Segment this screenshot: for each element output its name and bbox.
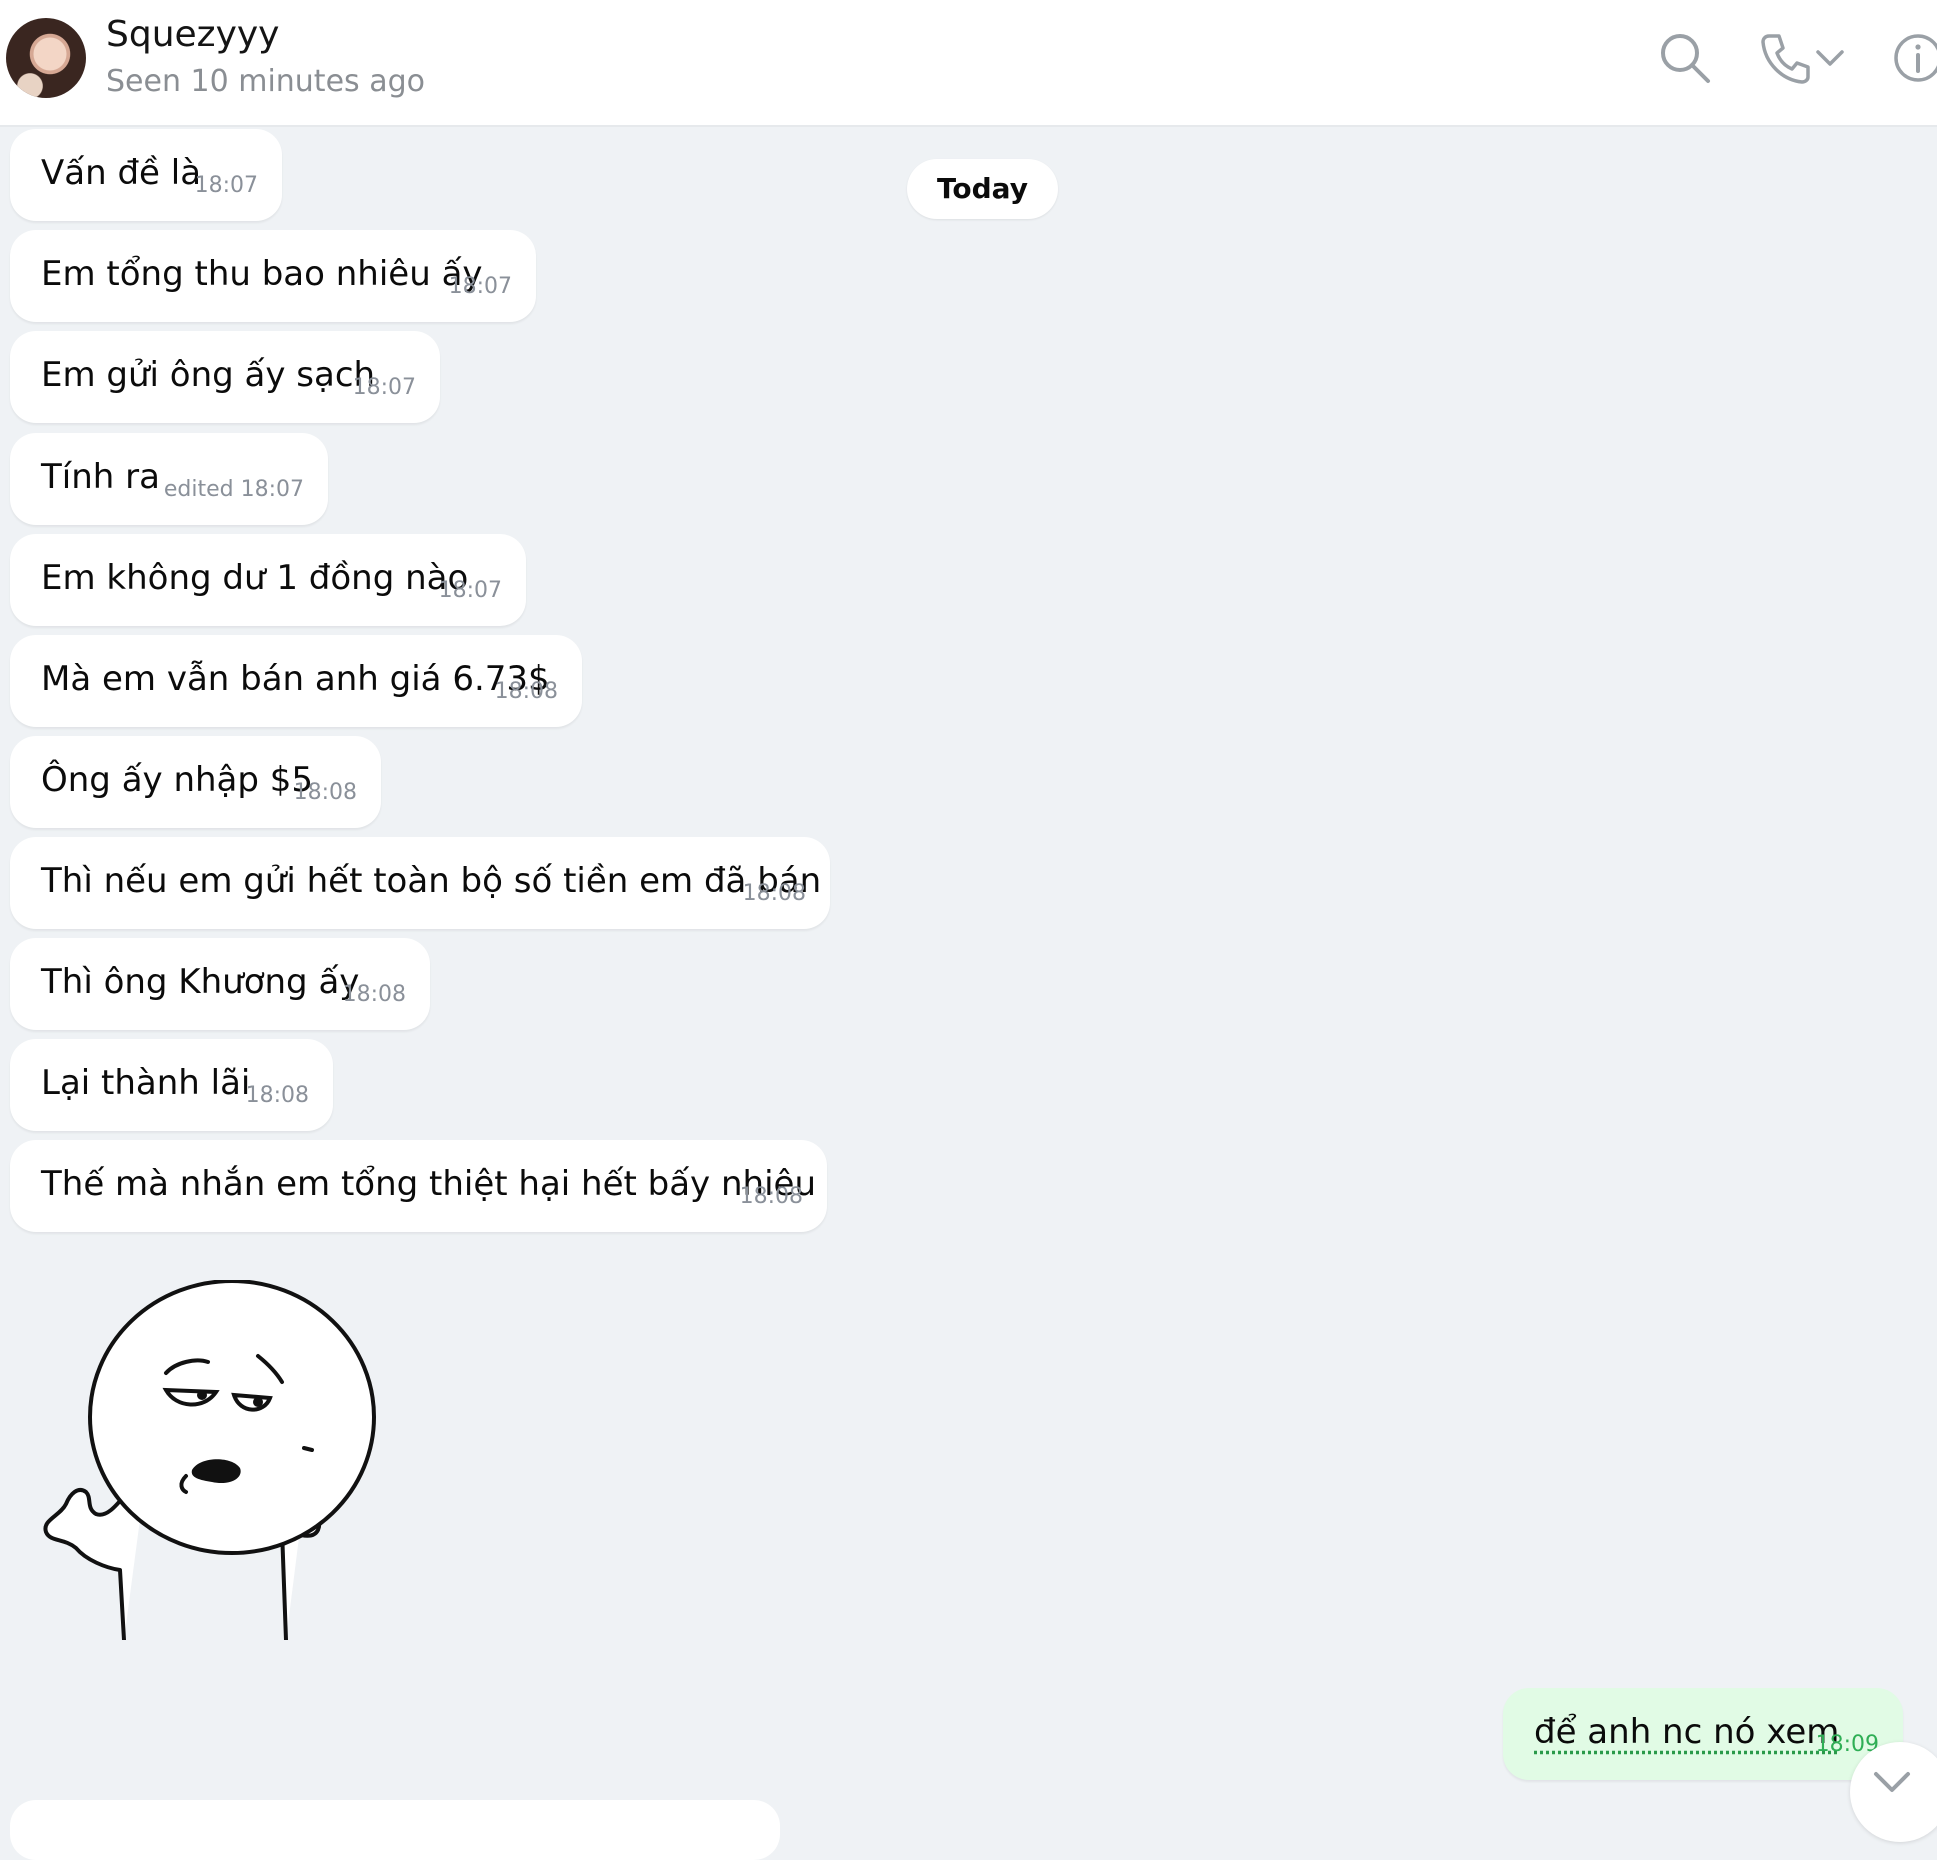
phone-icon[interactable] [1755,28,1815,88]
message-time: 18:07 [439,578,502,603]
message-time: 18:08 [246,1083,309,1108]
scroll-to-bottom-button[interactable] [1850,1742,1937,1842]
chat-header: Squezyyy Seen 10 minutes ago [0,0,1937,127]
chevron-down-icon[interactable] [1812,28,1848,88]
message-text: Thì ông Khương ấy [41,962,359,1002]
message-bubble[interactable]: Lại thành lãi 18:08 [10,1039,333,1131]
message-time: 18:07 [449,274,512,299]
message-time: 18:07 [195,173,258,198]
day-separator: Today [907,159,1058,219]
message-text: Ông ấy nhập $5 [41,760,313,800]
sticker-shrug[interactable] [36,1280,406,1640]
message-time: 18:08 [294,780,357,805]
message-text: Thế mà nhắn em tổng thiệt hại hết bấy nh… [41,1164,816,1204]
message-time: 18:08 [495,679,558,704]
search-icon[interactable] [1655,28,1715,88]
message-time: 18:08 [743,881,806,906]
message-bubble[interactable]: Ông ấy nhập $5 18:08 [10,736,381,828]
message-bubble[interactable]: Em tổng thu bao nhiêu ấy 18:07 [10,230,536,322]
message-bubble[interactable]: Tính ra edited 18:07 [10,433,328,525]
message-bubble[interactable]: Mà em vẫn bán anh giá 6.73$ 18:08 [10,635,582,727]
message-text: để anh nc nó xem [1534,1712,1839,1752]
message-text: Thì nếu em gửi hết toàn bộ số tiền em đã… [41,861,821,901]
contact-name[interactable]: Squezyyy [106,14,279,55]
message-text: Em gửi ông ấy sạch [41,355,375,395]
message-time: 18:07 [353,375,416,400]
message-text: Tính ra [41,457,160,497]
message-bubble[interactable]: Thì nếu em gửi hết toàn bộ số tiền em đã… [10,837,830,929]
message-bubble[interactable]: Em không dư 1 đồng nào 18:07 [10,534,526,626]
message-time: edited 18:07 [164,477,304,502]
outgoing-message-bubble[interactable]: để anh nc nó xem 18:09 [1503,1688,1903,1780]
message-bubble[interactable]: Thế mà nhắn em tổng thiệt hại hết bấy nh… [10,1140,827,1232]
avatar[interactable] [6,18,86,98]
message-bubble[interactable]: Em gửi ông ấy sạch 18:07 [10,331,440,423]
message-text: Mà em vẫn bán anh giá 6.73$ [41,659,550,699]
last-seen-status: Seen 10 minutes ago [106,64,425,99]
message-text: Em không dư 1 đồng nào [41,558,468,598]
message-bubble[interactable]: Vấn đề là 18:07 [10,129,282,221]
message-bubble[interactable]: Thì ông Khương ấy 18:08 [10,938,430,1030]
message-time: 18:08 [740,1184,803,1209]
message-text: Em tổng thu bao nhiêu ấy [41,254,483,294]
message-bubble[interactable] [10,1800,780,1860]
message-time: 18:08 [343,982,406,1007]
chevron-down-icon [1870,1760,1914,1804]
message-text: Vấn đề là [41,153,201,193]
message-text: Lại thành lãi [41,1063,250,1103]
info-icon[interactable] [1888,28,1937,88]
